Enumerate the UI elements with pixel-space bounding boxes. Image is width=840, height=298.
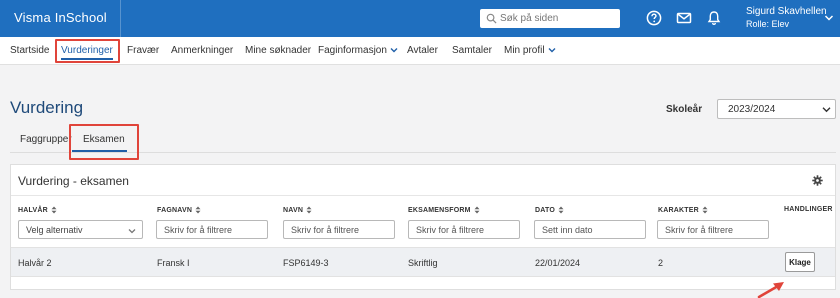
nav-item-label: Min profil [504, 45, 545, 56]
column-header-dato[interactable]: DATO [535, 206, 564, 214]
column-header-halvar[interactable]: HALVÅR [18, 206, 57, 214]
nav-item-label: Faginformasjon [318, 45, 387, 56]
sort-icon [702, 206, 708, 214]
filter-dato[interactable] [534, 220, 646, 239]
column-header-karakter[interactable]: KARAKTER [658, 206, 708, 214]
highlight-box-tab [69, 124, 139, 160]
school-year-select[interactable]: 2023/2024 [717, 99, 836, 119]
filter-halvar-select[interactable]: Velg alternativ [18, 220, 143, 239]
chevron-down-icon [128, 229, 136, 234]
table-row: Halvår 2 Fransk I FSP6149-3 Skriftlig 22… [11, 247, 835, 277]
nav-item-avtaler[interactable]: Avtaler [407, 45, 438, 56]
help-icon[interactable] [646, 10, 662, 26]
brand-separator [120, 0, 121, 37]
column-header-eksamensform[interactable]: EKSAMENSFORM [408, 206, 480, 214]
chevron-down-icon [548, 48, 556, 53]
chevron-down-icon [390, 48, 398, 53]
sort-icon [474, 206, 480, 214]
cell-karakter: 2 [658, 258, 664, 268]
sort-icon [51, 206, 57, 214]
column-header-handlinger: HANDLINGER [784, 206, 833, 213]
cell-fagnavn: Fransk I [157, 258, 190, 268]
nav-item-anmerkninger[interactable]: Anmerkninger [171, 45, 233, 56]
column-header-label: KARAKTER [658, 206, 699, 214]
sort-icon [195, 206, 201, 214]
pointer-arrow-icon [757, 282, 784, 298]
cell-dato: 22/01/2024 [535, 258, 581, 268]
nav-item-samtaler[interactable]: Samtaler [452, 45, 492, 56]
card-divider [11, 195, 835, 196]
sort-icon [558, 206, 564, 214]
search-icon [486, 13, 497, 24]
cell-navn: FSP6149-3 [283, 258, 329, 268]
sort-icon [306, 206, 312, 214]
column-header-navn[interactable]: NAVN [283, 206, 312, 214]
column-header-label: FAGNAVN [157, 206, 193, 214]
filter-fagnavn[interactable] [156, 220, 268, 239]
highlight-box-nav [55, 39, 120, 63]
top-bar: Visma InSchool Sigurd Skavhellen Rolle: … [0, 0, 840, 37]
filter-eksamensform-input[interactable] [409, 221, 519, 238]
filter-dato-input[interactable] [535, 221, 645, 238]
column-header-label: EKSAMENSFORM [408, 206, 471, 214]
school-year-label: Skoleår [666, 104, 703, 115]
page-title: Vurdering [10, 98, 84, 117]
filter-fagnavn-input[interactable] [157, 221, 267, 238]
nav-item-startside[interactable]: Startside [10, 45, 49, 56]
search-input[interactable] [500, 10, 616, 27]
chevron-down-icon [822, 107, 831, 113]
school-year-value: 2023/2024 [728, 104, 776, 115]
mail-icon[interactable] [676, 10, 692, 26]
cell-eksamensform: Skriftlig [408, 258, 438, 268]
card-title: Vurdering - eksamen [18, 174, 129, 188]
filter-navn[interactable] [283, 220, 395, 239]
chevron-down-icon[interactable] [824, 13, 834, 23]
column-header-label: DATO [535, 206, 555, 214]
nav-item-faginformasjon[interactable]: Faginformasjon [318, 45, 398, 56]
user-role: Rolle: Elev [746, 19, 790, 29]
user-menu[interactable]: Sigurd Skavhellen Rolle: Elev [746, 6, 827, 30]
user-name: Sigurd Skavhellen [746, 6, 827, 17]
filter-karakter[interactable] [657, 220, 769, 239]
filter-eksamensform[interactable] [408, 220, 520, 239]
nav-item-mine-soknader[interactable]: Mine søknader [245, 45, 311, 56]
nav-item-fravaer[interactable]: Fravær [127, 45, 159, 56]
column-header-fagnavn[interactable]: FAGNAVN [157, 206, 201, 214]
column-header-label: HALVÅR [18, 206, 48, 214]
main-nav: Startside Vurderinger Fravær Anmerkninge… [0, 37, 840, 65]
filter-navn-input[interactable] [284, 221, 394, 238]
app-title[interactable]: Visma InSchool [14, 10, 107, 25]
search-box[interactable] [480, 9, 620, 28]
tab-faggrupper[interactable]: Faggrupper [20, 134, 72, 145]
exam-card: Vurdering - eksamen HALVÅR FAGNAVN NAVN … [10, 164, 836, 290]
bell-icon[interactable] [706, 10, 722, 26]
gear-icon[interactable] [812, 175, 823, 186]
column-header-label: NAVN [283, 206, 304, 214]
filter-select-value: Velg alternativ [26, 225, 83, 235]
filter-karakter-input[interactable] [658, 221, 768, 238]
cell-halvar: Halvår 2 [18, 258, 52, 268]
klage-button[interactable]: Klage [785, 252, 815, 272]
nav-item-min-profil[interactable]: Min profil [504, 45, 556, 56]
